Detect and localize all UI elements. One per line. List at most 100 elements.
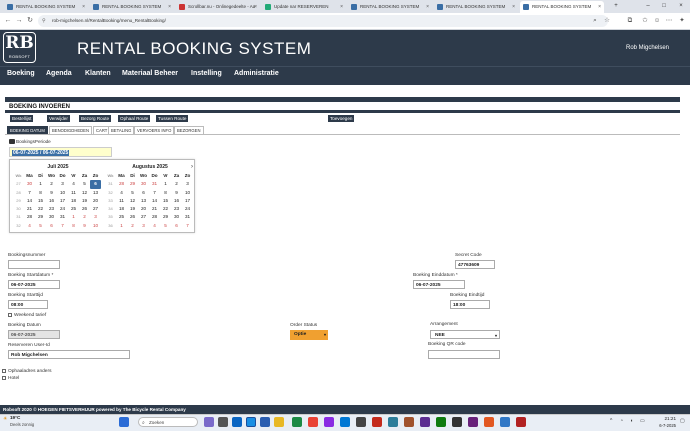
browser-tab[interactable]: RENTAL BOOKING SYSTEM ×	[4, 1, 88, 13]
bezorg-route-button[interactable]: Bezorg Route	[79, 115, 112, 122]
back-icon[interactable]: ←	[3, 16, 13, 26]
copilot-icon[interactable]: ✦	[677, 16, 687, 26]
tussen-route-button[interactable]: Tussen Route	[156, 115, 189, 122]
ophaaladres-checkbox[interactable]	[2, 369, 6, 373]
calendar-day[interactable]: 28	[24, 213, 35, 221]
calendar-day[interactable]: 30	[24, 180, 35, 188]
calendar-day[interactable]: 21	[24, 205, 35, 213]
calendar-day[interactable]: 2	[171, 180, 182, 188]
new-tab-button[interactable]: +	[608, 0, 624, 13]
visual-studio-icon[interactable]	[468, 417, 478, 427]
app-icon[interactable]	[484, 417, 494, 427]
nav-agenda[interactable]: Agenda	[46, 70, 72, 77]
calendar-day[interactable]: 8	[160, 189, 171, 197]
current-user[interactable]: Rob Migchelsen	[626, 45, 669, 51]
calendar-day[interactable]: 7	[24, 189, 35, 197]
calendar-day[interactable]: 1	[68, 213, 79, 221]
hotel-checkbox[interactable]	[2, 376, 6, 380]
close-icon[interactable]: ×	[82, 1, 85, 13]
browser-tab[interactable]: RENTAL BOOKING SYSTEM ×	[348, 1, 432, 13]
calendar-day[interactable]: 23	[46, 205, 57, 213]
tab-betaling[interactable]: BETALING	[108, 126, 135, 134]
calendar-day[interactable]: 31	[57, 213, 68, 221]
calendar-day[interactable]: 25	[68, 205, 79, 213]
calendar-day[interactable]: 8	[35, 189, 46, 197]
calendar-day[interactable]: 3	[90, 213, 101, 221]
browser-tab-active[interactable]: RENTAL BOOKING SYSTEM ×	[520, 1, 604, 13]
verwijder-button[interactable]: Verwijder	[47, 115, 70, 122]
eind-datum-input[interactable]: 06-07-2025	[413, 280, 465, 289]
wifi-icon[interactable]: ◔	[620, 418, 623, 424]
outlook-icon[interactable]	[232, 417, 242, 427]
nav-boeking[interactable]: Boeking	[7, 70, 35, 77]
favorites-icon[interactable]: ✩	[640, 16, 650, 26]
calendar-day[interactable]: 14	[149, 197, 160, 205]
url-field[interactable]: ⚲ rob-migchelsen.nl/RentalBooking/menu_Re…	[38, 15, 608, 27]
star-icon[interactable]: ☆	[602, 16, 612, 26]
browser-tab[interactable]: RENTAL BOOKING SYSTEM ×	[434, 1, 518, 13]
weekend-checkbox[interactable]	[8, 313, 12, 317]
start-datum-input[interactable]: 06-07-2025	[8, 280, 60, 289]
calendar-day[interactable]: 19	[79, 197, 90, 205]
notification-icon[interactable]: ▢	[680, 418, 685, 424]
next-month-icon[interactable]: ›	[191, 164, 193, 171]
reload-icon[interactable]: ↻	[25, 16, 35, 26]
calendar-day[interactable]: 30	[171, 213, 182, 221]
calendar-day[interactable]: 15	[35, 197, 46, 205]
calendar-day[interactable]: 29	[160, 213, 171, 221]
volume-icon[interactable]: ◖	[630, 418, 633, 424]
calendar-day[interactable]: 31	[182, 213, 193, 221]
close-window-button[interactable]: ×	[673, 0, 689, 13]
calendar-day[interactable]: 8	[68, 222, 79, 230]
close-icon[interactable]: ×	[426, 1, 429, 13]
tab-benodigdheden[interactable]: BENODIGDHEDEN	[49, 126, 92, 134]
file-explorer-icon[interactable]	[274, 417, 284, 427]
word-icon[interactable]	[260, 417, 270, 427]
weather-temp[interactable]: 19°C	[10, 415, 20, 420]
app-icon[interactable]	[500, 417, 510, 427]
calendar-day[interactable]: 20	[90, 197, 101, 205]
ophaal-route-button[interactable]: Ophaal Route	[118, 115, 151, 122]
start-icon[interactable]	[119, 417, 129, 427]
calendar-day[interactable]: 30	[138, 180, 149, 188]
calendar-day[interactable]: 22	[160, 205, 171, 213]
order-status-select[interactable]: Optie ▾	[290, 330, 328, 340]
calendar-day[interactable]: 11	[68, 189, 79, 197]
calendar-day[interactable]: 1	[160, 180, 171, 188]
calendar-day[interactable]: 31	[149, 180, 160, 188]
toevoegen-button[interactable]: Toevoegen	[328, 115, 355, 122]
calendar-day[interactable]: 27	[138, 213, 149, 221]
maximize-button[interactable]: □	[656, 0, 672, 13]
app-icon[interactable]	[436, 417, 446, 427]
calendar-day[interactable]: 22	[35, 205, 46, 213]
calendar-day[interactable]: 5	[127, 189, 138, 197]
calendar-day[interactable]: 4	[68, 180, 79, 188]
calendar-day[interactable]: 5	[35, 222, 46, 230]
browser-tab[interactable]: Scrollbar.nu - Onlinegedeelte - Aa ×	[176, 1, 260, 13]
filezilla-icon[interactable]	[516, 417, 526, 427]
app-logo[interactable]: RB ROBSOFT	[3, 32, 36, 63]
task-view-icon[interactable]	[218, 417, 228, 427]
clock-date[interactable]: 6-7-2025	[652, 423, 676, 428]
terminal-icon[interactable]	[356, 417, 366, 427]
close-icon[interactable]: ×	[254, 1, 257, 13]
nav-klanten[interactable]: Klanten	[85, 70, 111, 77]
tab-bezorgen[interactable]: BEZORGEN	[174, 126, 204, 134]
calendar-day[interactable]: 14	[24, 197, 35, 205]
calendar-day[interactable]: 10	[182, 189, 193, 197]
copilot-app-icon[interactable]	[204, 417, 214, 427]
calendar-day[interactable]: 16	[171, 197, 182, 205]
weather-icon[interactable]: ☀	[3, 416, 7, 422]
calendar-day[interactable]: 6	[46, 222, 57, 230]
calendar-day[interactable]: 12	[79, 189, 90, 197]
nav-administratie[interactable]: Administratie	[234, 70, 279, 77]
calendar-day[interactable]: 6	[90, 180, 101, 189]
calendar-day[interactable]: 15	[160, 197, 171, 205]
start-tijd-input[interactable]: 08:00	[8, 300, 48, 309]
battery-icon[interactable]: ▭	[640, 418, 645, 424]
calendar-day[interactable]: 1	[116, 222, 127, 230]
secret-code-input[interactable]: 47763609	[455, 260, 495, 269]
bestellijst-button[interactable]: Bestellijst	[10, 115, 34, 122]
calendar-day[interactable]: 10	[90, 222, 101, 230]
reserveren-user-input[interactable]: Rob Migchelsen	[8, 350, 130, 359]
